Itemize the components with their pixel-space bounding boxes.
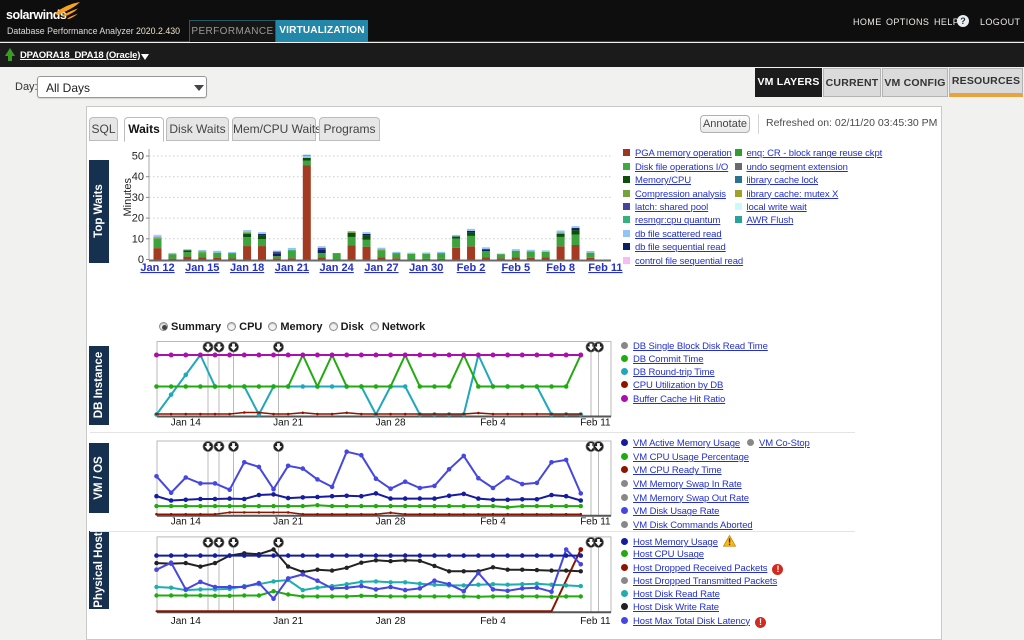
svg-text:Jan 21: Jan 21 <box>273 616 303 627</box>
svg-text:Feb 4: Feb 4 <box>480 616 506 627</box>
svg-text:Jan 21: Jan 21 <box>275 262 309 274</box>
svg-text:Jan 14: Jan 14 <box>171 616 201 627</box>
svg-text:Jan 14: Jan 14 <box>171 517 201 528</box>
svg-text:Jan 28: Jan 28 <box>376 517 406 528</box>
svg-text:Feb 11: Feb 11 <box>580 616 611 627</box>
svg-text:Jan 15: Jan 15 <box>185 262 219 274</box>
svg-text:Jan 28: Jan 28 <box>376 616 406 627</box>
svg-text:Jan 28: Jan 28 <box>376 418 406 429</box>
svg-text:Jan 21: Jan 21 <box>273 418 303 429</box>
svg-text:20: 20 <box>132 213 144 225</box>
svg-text:30: 30 <box>132 192 144 204</box>
svg-text:Feb 4: Feb 4 <box>480 418 506 429</box>
svg-text:Jan 12: Jan 12 <box>140 262 174 274</box>
svg-text:50: 50 <box>132 151 144 163</box>
svg-text:Feb 11: Feb 11 <box>580 517 611 528</box>
svg-text:Feb 8: Feb 8 <box>546 262 575 274</box>
svg-text:40: 40 <box>132 171 144 183</box>
svg-text:Jan 14: Jan 14 <box>171 418 201 429</box>
svg-text:Jan 18: Jan 18 <box>230 262 264 274</box>
svg-text:Feb 2: Feb 2 <box>457 262 486 274</box>
svg-text:Feb 11: Feb 11 <box>580 418 611 429</box>
svg-text:Jan 30: Jan 30 <box>409 262 443 274</box>
svg-text:Jan 24: Jan 24 <box>320 262 355 274</box>
svg-text:Feb 5: Feb 5 <box>501 262 530 274</box>
svg-text:10: 10 <box>132 233 144 245</box>
svg-text:Feb 11: Feb 11 <box>588 262 622 274</box>
svg-text:Jan 27: Jan 27 <box>364 262 398 274</box>
svg-text:Jan 21: Jan 21 <box>273 517 303 528</box>
svg-text:Feb 4: Feb 4 <box>480 517 506 528</box>
